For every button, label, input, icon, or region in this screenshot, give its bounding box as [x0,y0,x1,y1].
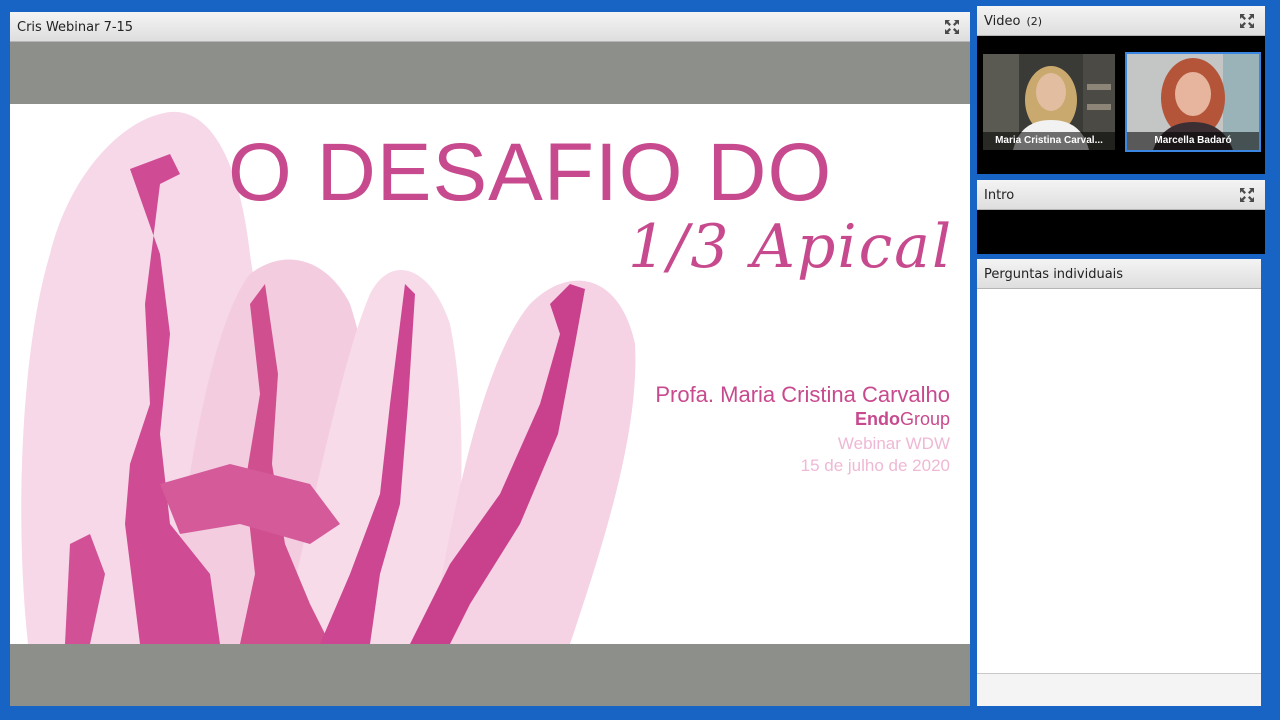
slide-title: O DESAFIO DO [228,127,833,218]
questions-footer [977,673,1261,706]
fullscreen-icon[interactable] [944,19,960,35]
share-content-area: O DESAFIO DO 1/3 Apical Profa. Maria Cri… [10,42,970,706]
share-pod-header: Cris Webinar 7-15 [10,12,970,42]
slide-date: 15 de julho de 2020 [800,456,950,475]
intro-pod-title: Intro [984,188,1015,203]
presentation-slide: O DESAFIO DO 1/3 Apical Profa. Maria Cri… [10,104,970,644]
video-participant-count: (2) [1026,15,1043,28]
fullscreen-icon[interactable] [1239,13,1255,29]
share-pod-title: Cris Webinar 7-15 [17,20,134,35]
slide-event: Webinar WDW [837,434,950,453]
slide-author: Profa. Maria Cristina Carvalho [655,382,950,407]
slide-subtitle: 1/3 Apical [628,212,954,282]
slide-group-bold: Endo [854,409,900,429]
share-pod: Cris Webinar 7-15 O DESAFIO DO 1/3 Apica… [10,12,970,706]
video-area: Maria Cristina Carval... Marcella Badaró [977,36,1265,174]
participant-name: Marcella Badaró [1127,132,1259,150]
video-pod: Video (2) Maria Cristina Carval... Marce… [977,6,1265,174]
participant-name: Maria Cristina Carval... [983,132,1115,150]
questions-pod-title: Perguntas individuais [984,267,1124,282]
questions-pod-header: Perguntas individuais [977,259,1261,289]
fullscreen-icon[interactable] [1239,187,1255,203]
intro-pod: Intro [977,180,1265,254]
video-pod-header: Video (2) [977,6,1265,36]
video-pod-title-text: Video [984,14,1021,29]
slide-group-rest: Group [899,409,950,429]
slide-group: EndoGroup [855,409,950,430]
video-tile[interactable]: Maria Cristina Carval... [983,54,1115,150]
intro-pod-header: Intro [977,180,1265,210]
video-pod-title: Video (2) [984,14,1042,29]
questions-pod: Perguntas individuais [977,259,1261,706]
video-tile-active[interactable]: Marcella Badaró [1125,52,1261,152]
